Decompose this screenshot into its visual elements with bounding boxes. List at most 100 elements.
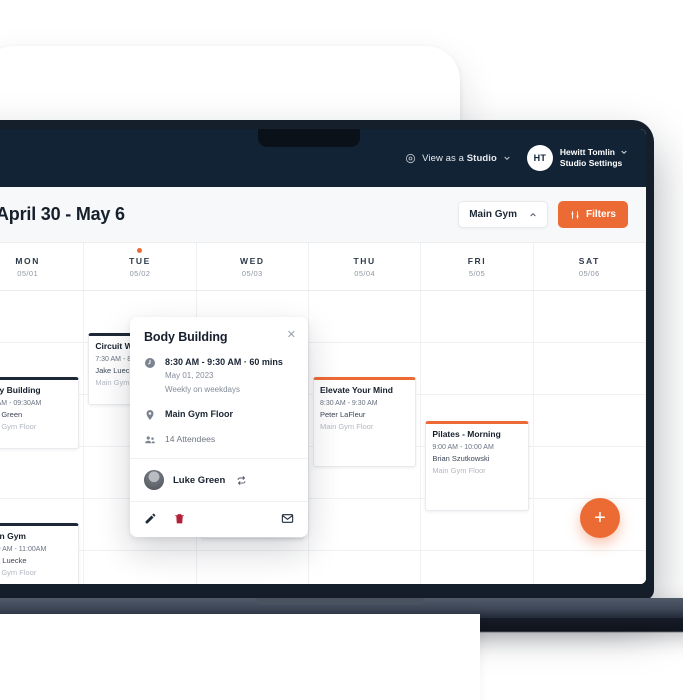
day-header-sat[interactable]: SAT 05/06 <box>534 243 646 290</box>
pencil-icon[interactable] <box>144 512 157 525</box>
eye-icon <box>406 153 416 163</box>
toolbar-actions: Main Gym Filters <box>458 201 628 228</box>
day-date: 5/05 <box>468 268 486 278</box>
close-icon[interactable]: ✕ <box>287 330 296 341</box>
day-date: 05/06 <box>578 268 600 278</box>
avatar: HT <box>526 145 553 171</box>
app-window: View as a Studio HT Hewitt Tomlin Studio… <box>0 129 646 584</box>
screenshot-stage: View as a Studio HT Hewitt Tomlin Studio… <box>0 0 683 700</box>
popover-location: Main Gym Floor <box>165 409 234 419</box>
today-indicator-dot <box>137 248 143 253</box>
calendar-column-thu[interactable]: Elevate Your Mind 8:30 AM - 9:30 AM Peter … <box>308 291 422 584</box>
calendar-slot[interactable] <box>421 343 533 395</box>
foreground-device-mockup <box>0 614 480 700</box>
laptop-screen: View as a Studio HT Hewitt Tomlin Studio… <box>0 129 646 584</box>
calendar-slot[interactable] <box>84 551 195 584</box>
gym-select[interactable]: Main Gym <box>458 201 548 228</box>
calendar-event[interactable]: Elevate Your Mind 8:30 AM - 9:30 AM Peter … <box>312 377 417 467</box>
laptop-mockup: View as a Studio HT Hewitt Tomlin Studio… <box>0 120 654 600</box>
day-header-row: MON 05/01 TUE 05/02 WED 05/03 THU 05/04 FRI 5/05 S… <box>0 243 646 291</box>
day-of-week: SAT <box>578 255 600 266</box>
day-date: 05/02 <box>129 268 151 278</box>
user-menu[interactable]: HT Hewitt Tomlin Studio Settings <box>526 145 628 171</box>
day-of-week: WED <box>240 255 265 266</box>
chevron-down-icon <box>621 150 627 155</box>
calendar-slot[interactable] <box>0 291 84 343</box>
popover-location-section: Main Gym Floor <box>130 408 308 433</box>
user-info: Hewitt Tomlin Studio Settings <box>560 147 628 170</box>
calendar-slot[interactable] <box>533 447 645 499</box>
day-header-tue[interactable]: TUE 05/02 <box>84 243 197 290</box>
calendar-slot[interactable] <box>533 291 645 343</box>
clock-icon <box>145 358 155 368</box>
event-time: 9:00 AM - 10:00 AM <box>432 444 494 451</box>
day-of-week: THU <box>353 255 376 266</box>
add-event-fab[interactable]: + <box>580 498 620 538</box>
calendar-event[interactable]: Pilates - Morning 9:00 AM - 10:00 AM Brian… <box>425 421 529 511</box>
view-as-label: View as a Studio <box>422 152 497 164</box>
day-date: 05/03 <box>241 268 263 278</box>
calendar-event[interactable]: Open Gym 10:00 AM - 11:00AM Trent Luecke Ma… <box>0 523 80 584</box>
day-header-wed[interactable]: WED 05/03 <box>197 243 309 290</box>
popover-instructor-name: Luke Green <box>173 474 226 486</box>
calendar-slot[interactable] <box>0 447 84 499</box>
calendar-toolbar: April 30 - May 6 Main Gym Filters <box>0 187 646 243</box>
filters-label: Filters <box>585 209 616 220</box>
calendar-column-sat[interactable] <box>533 291 646 584</box>
day-header-thu[interactable]: THU 05/04 <box>309 243 422 290</box>
view-as-studio-selector[interactable]: View as a Studio <box>405 153 511 164</box>
plus-icon: + <box>594 507 606 529</box>
event-details-popover: Body Building ✕ 8:30 AM - 9:30 AM · 60 m… <box>130 317 308 537</box>
calendar-slot[interactable] <box>421 551 532 584</box>
event-room: Main Gym Floor <box>0 422 37 431</box>
chevron-up-icon <box>530 212 536 216</box>
day-date: 05/01 <box>17 268 39 278</box>
event-instructor: Trent Luecke <box>0 556 27 565</box>
filters-icon <box>571 210 579 219</box>
event-title: Elevate Your Mind <box>319 385 393 395</box>
popover-actions <box>130 502 308 537</box>
event-room: Main Gym Floor <box>432 466 486 475</box>
popover-header: Body Building ✕ <box>130 317 308 356</box>
calendar-slot[interactable] <box>421 291 533 343</box>
gym-select-label: Main Gym <box>469 209 517 220</box>
trash-icon[interactable] <box>173 512 186 525</box>
popover-time-range: 8:30 AM - 9:30 AM · 60 mins <box>165 357 283 367</box>
calendar-slot[interactable] <box>533 343 645 395</box>
day-of-week: FRI <box>467 255 487 266</box>
calendar-slot[interactable] <box>533 395 645 447</box>
calendar-slot[interactable] <box>308 499 421 551</box>
calendar-column-fri[interactable]: Pilates - Morning 9:00 AM - 10:00 AM Brian… <box>421 291 534 584</box>
calendar-slot[interactable] <box>309 551 420 584</box>
location-pin-icon <box>146 410 154 420</box>
calendar-column-mon[interactable]: Body Building 8:30AM - 09:30AM Luke Green M… <box>0 291 85 584</box>
event-instructor: Peter LaFleur <box>319 410 366 419</box>
swap-icon[interactable] <box>236 475 247 486</box>
day-header-fri[interactable]: FRI 5/05 <box>421 243 534 290</box>
calendar-slot[interactable] <box>197 551 308 584</box>
popover-title: Body Building <box>144 330 228 344</box>
event-title: Open Gym <box>0 531 26 541</box>
event-room: Main Gym Floor <box>0 568 37 577</box>
event-instructor: Luke Green <box>0 410 23 419</box>
user-name: Hewitt Tomlin <box>559 146 615 157</box>
filters-button[interactable]: Filters <box>557 201 628 228</box>
calendar-event[interactable]: Body Building 8:30AM - 09:30AM Luke Green M… <box>0 377 80 449</box>
day-date: 05/04 <box>354 268 376 278</box>
popover-instructor-row: Luke Green <box>130 459 308 501</box>
page-title: April 30 - May 6 <box>0 204 125 224</box>
laptop-notch <box>258 129 360 147</box>
popover-time-section: 8:30 AM - 9:30 AM · 60 mins May 01, 2023… <box>130 356 308 408</box>
event-title: Pilates - Morning <box>432 429 501 439</box>
day-of-week: MON <box>15 255 40 266</box>
calendar-slot[interactable] <box>308 291 421 343</box>
envelope-icon[interactable] <box>281 512 294 525</box>
studio-settings-link[interactable]: Studio Settings <box>560 158 628 170</box>
popover-attendees: 14 Attendees <box>165 434 216 444</box>
event-title: Body Building <box>0 385 41 395</box>
day-header-mon[interactable]: MON 05/01 <box>0 243 85 290</box>
calendar-slot[interactable] <box>534 551 645 584</box>
popover-attendees-section: 14 Attendees <box>130 433 308 458</box>
event-time: 8:30AM - 09:30AM <box>0 400 42 407</box>
people-icon <box>145 436 155 444</box>
